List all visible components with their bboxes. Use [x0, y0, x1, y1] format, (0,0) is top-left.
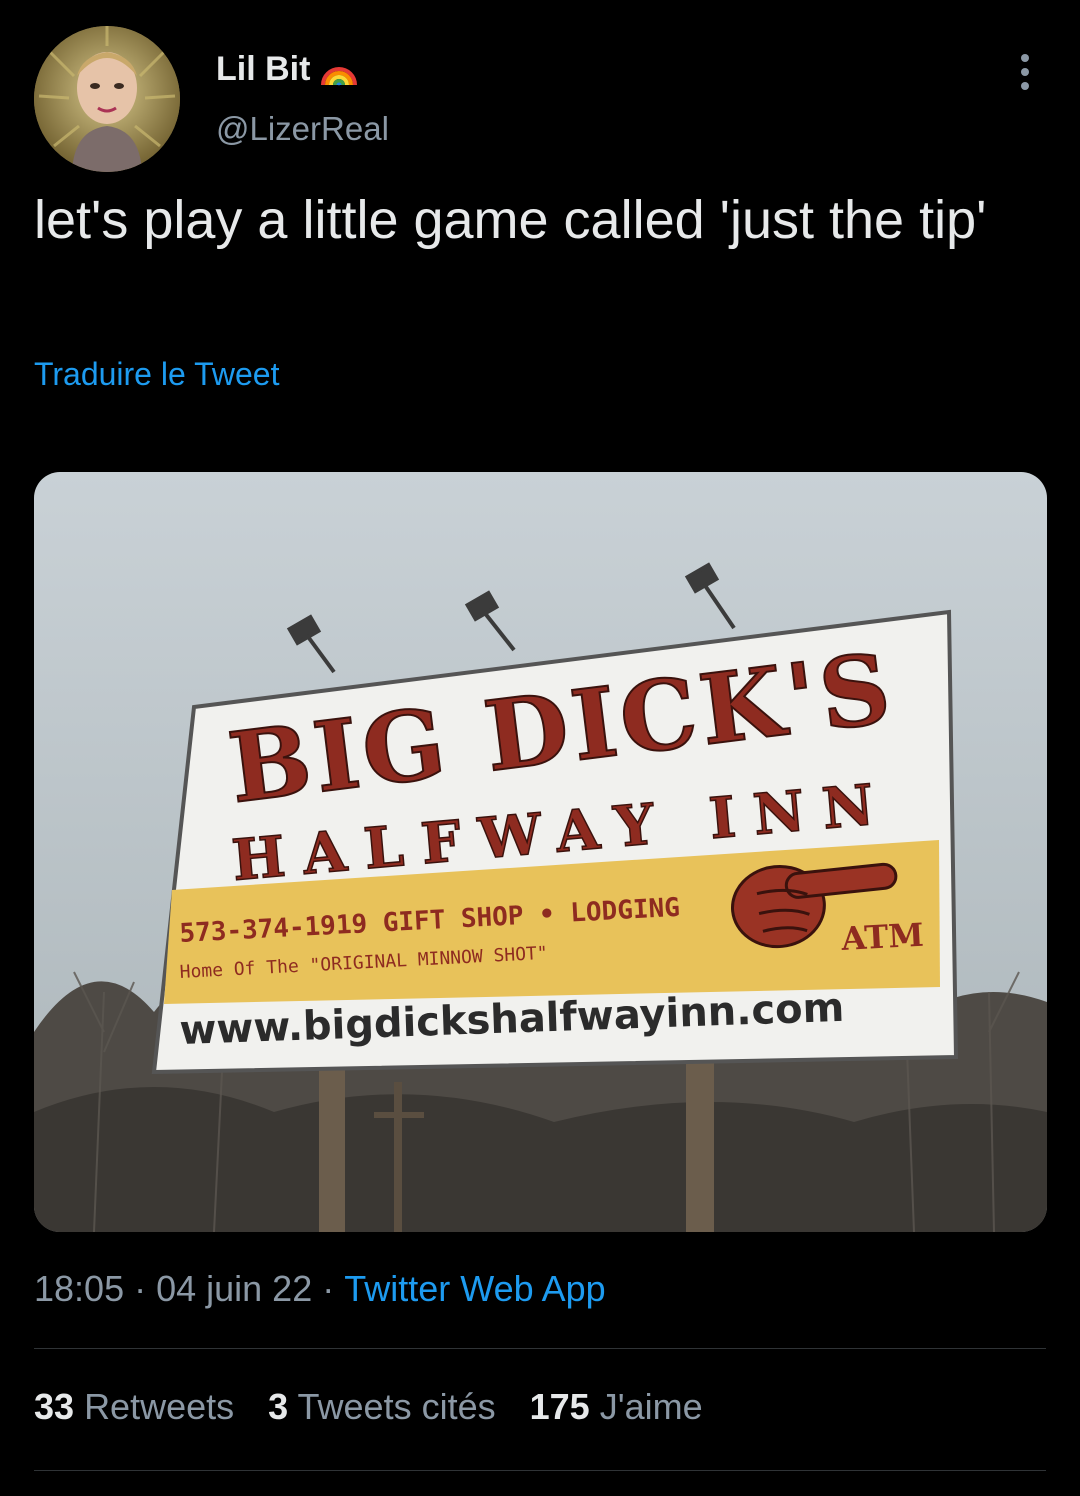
quote-tweets-stat[interactable]: 3 Tweets cités [268, 1386, 495, 1428]
tweet-time[interactable]: 18:05 [34, 1268, 124, 1310]
quote-tweets-count: 3 [268, 1386, 289, 1427]
likes-label: J'aime [599, 1386, 703, 1427]
sign-atm: ATM [839, 916, 924, 958]
retweets-count: 33 [34, 1386, 75, 1427]
divider [34, 1348, 1046, 1349]
tweet-meta: 18:05 · 04 juin 22 · Twitter Web App [34, 1268, 606, 1310]
more-options-icon[interactable] [1010, 50, 1040, 94]
tweet-stats: 33 Retweets 3 Tweets cités 175 J'aime [34, 1386, 703, 1428]
likes-count: 175 [529, 1386, 590, 1427]
avatar-image [34, 26, 180, 172]
billboard-photo: BIG DICK'S HALFWAY INN 573-374-1919 GIFT… [34, 472, 1047, 1232]
billboard-pole-left [319, 1062, 345, 1232]
likes-stat[interactable]: 175 J'aime [530, 1386, 703, 1428]
tweet-source-link[interactable]: Twitter Web App [344, 1268, 605, 1310]
retweets-label: Retweets [84, 1386, 235, 1427]
rainbow-icon [321, 66, 358, 86]
meta-separator: · [134, 1268, 147, 1309]
billboard-pole-right [686, 1062, 714, 1232]
quote-tweets-label: Tweets cités [297, 1386, 496, 1427]
tweet-detail: Lil Bit @LizerReal let's play a little g… [0, 0, 1080, 1496]
user-handle[interactable]: @LizerReal [216, 110, 389, 148]
meta-separator: · [322, 1268, 335, 1309]
translate-tweet-link[interactable]: Traduire le Tweet [34, 356, 279, 393]
name-row: Lil Bit [216, 50, 358, 89]
retweets-stat[interactable]: 33 Retweets [34, 1386, 234, 1428]
divider [34, 1470, 1046, 1471]
tweet-date[interactable]: 04 juin 22 [156, 1268, 312, 1310]
tweet-media-image[interactable]: BIG DICK'S HALFWAY INN 573-374-1919 GIFT… [34, 472, 1047, 1232]
avatar[interactable] [34, 26, 180, 172]
display-name[interactable]: Lil Bit [216, 50, 310, 89]
tweet-text: let's play a little game called 'just th… [34, 190, 987, 250]
